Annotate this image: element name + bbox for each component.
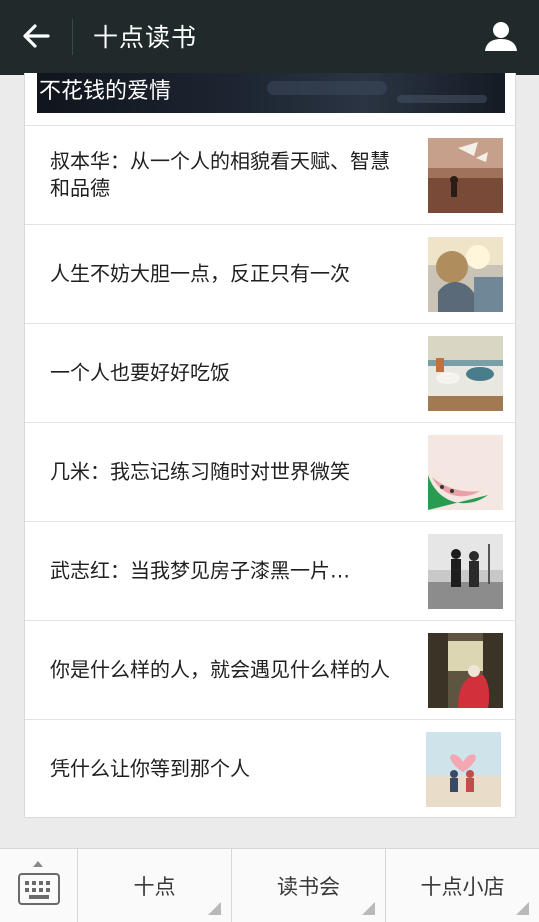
submenu-indicator-icon	[208, 902, 221, 915]
bottom-menu: 十点 读书会 十点小店	[0, 848, 539, 922]
caret-up-icon	[33, 861, 43, 867]
article-item[interactable]: 凭什么让你等到那个人	[25, 719, 515, 818]
banner-image-highlight	[267, 81, 387, 95]
arrow-left-icon	[22, 24, 50, 52]
article-item[interactable]: 武志红：当我梦见房子漆黑一片…	[25, 521, 515, 620]
article-thumbnail	[426, 732, 501, 807]
menu-item-shidian[interactable]: 十点	[77, 849, 231, 922]
article-title: 叔本华：从一个人的相貌看天赋、智慧和品德	[50, 149, 390, 200]
article-title: 一个人也要好好吃饭	[50, 360, 230, 385]
featured-article-title: 不花钱的爱情	[39, 79, 172, 104]
submenu-indicator-icon	[362, 902, 375, 915]
featured-article-banner[interactable]: 不花钱的爱情	[37, 73, 505, 113]
back-button[interactable]	[14, 20, 58, 56]
article-title: 几米：我忘记练习随时对世界微笑	[50, 459, 350, 484]
menu-item-book-club[interactable]: 读书会	[231, 849, 385, 922]
article-item[interactable]: 人生不妨大胆一点，反正只有一次	[25, 224, 515, 323]
article-title: 凭什么让你等到那个人	[50, 756, 250, 781]
article-thumbnail	[428, 138, 503, 213]
menu-item-label: 十点小店	[420, 875, 505, 899]
article-list: 不花钱的爱情 叔本华：从一个人的相貌看天赋、智慧和品德 人生不妨大胆一点，反正只…	[24, 73, 516, 818]
article-title: 人生不妨大胆一点，反正只有一次	[50, 261, 350, 286]
article-thumbnail	[428, 336, 503, 411]
article-item[interactable]: 叔本华：从一个人的相貌看天赋、智慧和品德	[25, 125, 515, 224]
header-divider	[72, 19, 73, 55]
article-item[interactable]: 几米：我忘记练习随时对世界微笑	[25, 422, 515, 521]
article-thumbnail	[428, 633, 503, 708]
person-icon	[484, 20, 518, 56]
article-item[interactable]: 你是什么样的人，就会遇见什么样的人	[25, 620, 515, 719]
article-thumbnail	[428, 237, 503, 312]
keyboard-icon	[17, 873, 60, 909]
top-bar: 十点读书	[0, 0, 539, 75]
submenu-indicator-icon	[516, 902, 529, 915]
article-thumbnail	[428, 534, 503, 609]
article-item[interactable]: 一个人也要好好吃饭	[25, 323, 515, 422]
page-title: 十点读书	[93, 23, 198, 52]
article-thumbnail	[428, 435, 503, 510]
article-title: 你是什么样的人，就会遇见什么样的人	[50, 657, 390, 682]
menu-item-shop[interactable]: 十点小店	[385, 849, 539, 922]
menu-item-label: 十点	[133, 875, 176, 899]
banner-image-highlight	[397, 95, 487, 103]
article-title: 武志红：当我梦见房子漆黑一片…	[50, 558, 350, 583]
profile-button[interactable]	[481, 18, 521, 58]
keyboard-toggle-button[interactable]	[0, 849, 77, 922]
menu-item-label: 读书会	[277, 875, 340, 899]
